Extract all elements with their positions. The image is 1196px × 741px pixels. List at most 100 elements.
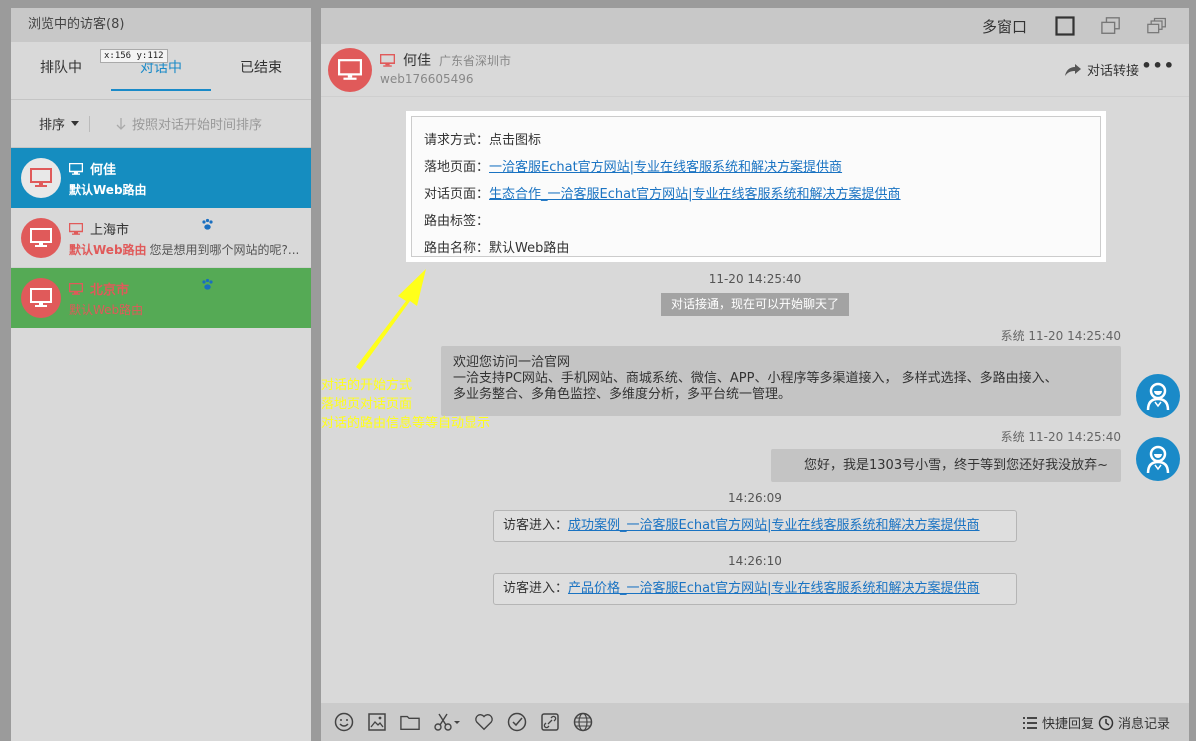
avatar [21, 218, 61, 258]
agent-avatar [1136, 374, 1180, 418]
message-meta: 系统 11-20 14:25:40 [1000, 329, 1121, 343]
avatar [21, 158, 61, 198]
check-circle-icon[interactable] [507, 712, 527, 732]
scissors-icon[interactable] [433, 712, 461, 732]
agent-message: 您好，我是1303号小雪，终于等到您还好我没放弃~ [771, 449, 1121, 482]
info-row-landing: 落地页面：一洽客服Echat官方网站|专业在线客服系统和解决方案提供商 [424, 156, 1100, 183]
session-info-card: 请求方式：点击图标 落地页面：一洽客服Echat官方网站|专业在线客服系统和解决… [406, 111, 1106, 262]
paw-icon [202, 278, 213, 290]
sort-button[interactable]: 排序 [39, 114, 80, 133]
chat-header: 何佳 广东省深圳市 web176605496 对话转接 ••• [321, 44, 1189, 97]
timestamp: 14:26:10 [728, 554, 782, 568]
visitor-panel-title: 浏览中的访客(8) [11, 8, 311, 42]
info-value: 默认Web路由 [489, 241, 570, 256]
info-label: 请求方式： [424, 133, 490, 148]
visitor-name-row: 上海市 [69, 219, 129, 238]
dual-window-icon[interactable] [1101, 16, 1121, 36]
chat-page-link[interactable]: 生态合作_一洽客服Echat官方网站|专业在线客服系统和解决方案提供商 [489, 187, 901, 202]
window-bar: 多窗口 [321, 8, 1189, 44]
landing-page-link[interactable]: 一洽客服Echat官方网站|专业在线客服系统和解决方案提供商 [489, 160, 842, 175]
monitor-icon [30, 228, 52, 247]
visit-label: 访客进入： [503, 581, 569, 596]
visitor-id: web176605496 [380, 72, 474, 86]
coordinate-tooltip: x:156 y:112 [100, 49, 168, 63]
transfer-label: 对话转接 [1086, 64, 1139, 79]
agent-avatar [1136, 437, 1180, 481]
timestamp: 11-20 14:25:40 [708, 272, 802, 286]
visit-page-link[interactable]: 成功案例_一洽客服Echat官方网站|专业在线客服系统和解决方案提供商 [568, 518, 980, 533]
visitor-name: 北京市 [90, 283, 130, 298]
monitor-icon [338, 59, 362, 80]
visit-event: 访客进入：成功案例_一洽客服Echat官方网站|专业在线客服系统和解决方案提供商 [493, 510, 1017, 542]
paw-icon [202, 218, 213, 230]
info-label: 对话页面： [424, 187, 490, 202]
monitor-icon [30, 168, 52, 187]
link-icon[interactable] [540, 712, 560, 732]
visitor-name: 何佳 [403, 53, 431, 69]
message-line: 一洽支持PC网站、手机网站、商城系统、微信、APP、小程序等多渠道接入， 多样式… [453, 371, 1058, 386]
tab-ended[interactable]: 已结束 [211, 42, 311, 99]
annotation-line: 落地页对话页面 [321, 397, 413, 412]
system-notice: 对话接通，现在可以开始聊天了 [661, 293, 849, 316]
folder-icon[interactable] [400, 712, 420, 732]
info-row-request: 请求方式：点击图标 [424, 129, 1100, 156]
annotation-arrow [356, 269, 426, 370]
visitor-route: 默认Web路由 [69, 183, 147, 197]
visitor-name: 上海市 [90, 223, 130, 238]
info-label: 落地页面： [424, 160, 490, 175]
info-row-route-name: 路由名称：默认Web路由 [424, 237, 1100, 264]
sort-label: 排序 [39, 118, 66, 133]
clock-icon [1098, 715, 1114, 730]
info-row-chat-page: 对话页面：生态合作_一洽客服Echat官方网站|专业在线客服系统和解决方案提供商 [424, 183, 1100, 210]
image-icon[interactable] [367, 712, 387, 732]
visitor-route: 默认Web路由 [69, 303, 144, 317]
input-toolbar: 快捷回复 消息记录 [321, 703, 1189, 741]
single-window-icon[interactable] [1055, 16, 1075, 36]
tab-queue[interactable]: 排队中 [11, 42, 111, 99]
avatar [328, 48, 372, 92]
annotation-text: 对话的开始方式 落地页对话页面 对话的路由信息等等自动显示 [321, 376, 490, 433]
monitor-icon [30, 288, 52, 307]
visitor-name: 何佳 [90, 163, 117, 178]
pc-icon [69, 282, 83, 295]
message-line: 欢迎您访问一洽官网 [453, 355, 571, 370]
visit-label: 访客进入： [503, 518, 569, 533]
info-row-route-tag: 路由标签： [424, 210, 1100, 237]
more-button[interactable]: ••• [1141, 56, 1175, 75]
pc-icon [69, 162, 83, 175]
globe-icon[interactable] [573, 712, 593, 732]
visit-page-link[interactable]: 产品价格_一洽客服Echat官方网站|专业在线客服系统和解决方案提供商 [568, 581, 980, 596]
history-button[interactable]: 消息记录 [1098, 713, 1170, 732]
info-label: 路由标签： [424, 214, 490, 229]
transfer-button[interactable]: 对话转接 [1064, 60, 1139, 79]
info-value: 点击图标 [489, 133, 542, 148]
last-message: 您是想用到哪个网站的呢?... [149, 243, 300, 257]
history-label: 消息记录 [1117, 717, 1170, 732]
chat-panel: 多窗口 何佳 广东省深圳市 web176605496 对话转接 ••• 请求方式… [321, 8, 1189, 741]
divider [89, 115, 91, 132]
agent-message: 欢迎您访问一洽官网 一洽支持PC网站、手机网站、商城系统、微信、APP、小程序等… [441, 346, 1121, 416]
visitor-tabs: 排队中 对话中 已结束 x:156 y:112 [11, 42, 311, 100]
sort-bar: 排序 按照对话开始时间排序 [11, 100, 311, 148]
visit-event: 访客进入：产品价格_一洽客服Echat官方网站|专业在线客服系统和解决方案提供商 [493, 573, 1017, 605]
pc-icon [380, 53, 395, 67]
annotation-line: 对话的开始方式 [321, 378, 413, 393]
emoji-icon[interactable] [334, 712, 354, 732]
quick-reply-label: 快捷回复 [1041, 717, 1094, 732]
visitor-route: 默认Web路由 [69, 243, 147, 257]
visitor-item[interactable]: 北京市 默认Web路由 [11, 268, 311, 328]
sort-hint[interactable]: 按照对话开始时间排序 [116, 114, 262, 133]
avatar [21, 278, 61, 318]
visitor-item[interactable]: 上海市 默认Web路由 您是想用到哪个网站的呢?... [11, 208, 311, 268]
heart-icon[interactable] [474, 712, 494, 732]
sort-hint-text: 按照对话开始时间排序 [132, 118, 263, 133]
info-label: 路由名称： [424, 241, 490, 256]
visitor-panel: 浏览中的访客(8) 排队中 对话中 已结束 x:156 y:112 排序 按照对… [11, 8, 311, 741]
visitor-item[interactable]: 何佳 默认Web路由 [11, 148, 311, 208]
annotation-line: 对话的路由信息等等自动显示 [321, 416, 491, 431]
quick-reply-button[interactable]: 快捷回复 [1022, 713, 1094, 732]
list-icon [1022, 716, 1037, 729]
multi-window-icon[interactable] [1147, 16, 1167, 36]
multi-window-label[interactable]: 多窗口 [982, 16, 1027, 37]
visitor-title: 何佳 广东省深圳市 [380, 50, 511, 70]
